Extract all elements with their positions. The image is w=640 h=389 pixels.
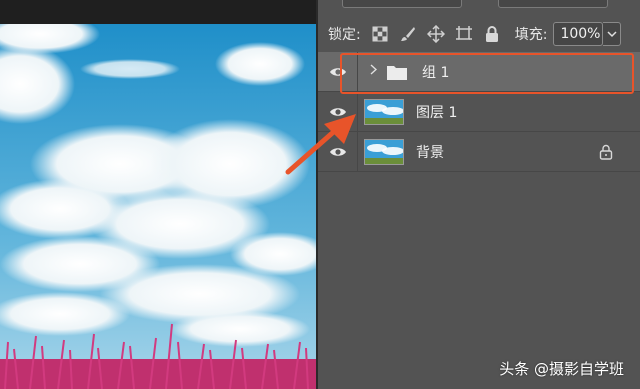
lock-row: 锁定: 填充: 100% xyxy=(318,18,640,50)
blend-mode-row xyxy=(318,0,640,16)
watermark: 头条 @摄影自学班 xyxy=(499,360,624,378)
photo-image xyxy=(0,24,316,389)
blend-mode-select[interactable] xyxy=(342,0,462,8)
fill-label: 填充: xyxy=(514,27,548,43)
highlight-box xyxy=(340,53,634,94)
move-icon[interactable] xyxy=(425,23,447,45)
opacity-field[interactable] xyxy=(498,0,608,8)
layer-row-layer-1[interactable]: 图层 1 xyxy=(318,91,640,132)
lock-all-icon[interactable] xyxy=(481,23,503,45)
chevron-down-icon xyxy=(607,31,617,38)
layer-name: 图层 1 xyxy=(416,104,458,121)
annotation-arrow-icon xyxy=(285,114,356,175)
fill-input[interactable]: 100% xyxy=(553,22,604,46)
lock-label: 锁定: xyxy=(328,27,361,43)
lock-icon xyxy=(599,144,613,160)
lock-transparent-pixels-icon[interactable] xyxy=(369,23,391,45)
brush-icon[interactable] xyxy=(397,23,419,45)
fill-dropdown-button[interactable] xyxy=(603,22,622,46)
layer-thumbnail xyxy=(364,98,404,125)
layer-thumbnail xyxy=(364,138,404,165)
layer-name: 背景 xyxy=(416,144,444,161)
canvas-top-bar xyxy=(0,0,316,24)
document-canvas[interactable] xyxy=(0,0,316,389)
artboard-icon[interactable] xyxy=(453,23,475,45)
layer-row-background[interactable]: 背景 xyxy=(318,131,640,172)
